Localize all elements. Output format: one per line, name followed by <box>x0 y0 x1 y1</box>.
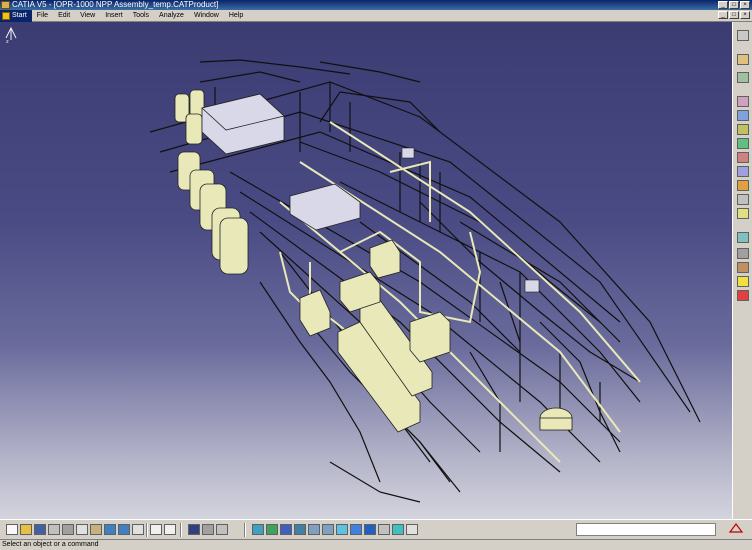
process-modules <box>299 239 451 433</box>
menu-insert[interactable]: Insert <box>100 10 128 22</box>
open-icon[interactable] <box>20 524 32 535</box>
menu-bar: Start File Edit View Insert Tools Analyz… <box>0 9 752 22</box>
zoom-out-icon[interactable] <box>322 524 334 535</box>
spherical-tank <box>539 407 573 431</box>
plant-model-render[interactable] <box>0 22 732 519</box>
menu-help[interactable]: Help <box>224 10 248 22</box>
view-tool-icon[interactable] <box>737 72 749 83</box>
section-icon[interactable] <box>737 180 749 191</box>
svg-text:z: z <box>6 39 9 44</box>
snap-icon[interactable] <box>737 138 749 149</box>
sketch-icon[interactable] <box>737 30 749 41</box>
delete-icon[interactable] <box>737 276 749 287</box>
menu-window[interactable]: Window <box>189 10 224 22</box>
clash-icon[interactable] <box>737 166 749 177</box>
fit-icon[interactable] <box>737 232 749 243</box>
document-window-controls: _ □ × <box>718 11 750 19</box>
toolbar-separator <box>244 523 246 537</box>
start-icon <box>2 11 10 20</box>
pan-icon[interactable] <box>280 524 292 535</box>
bottom-toolbar <box>0 519 752 539</box>
catia-logo <box>724 522 748 538</box>
shading-icon[interactable] <box>364 524 376 535</box>
minimize-button[interactable]: _ <box>718 1 728 9</box>
pipe-racks <box>279 121 641 463</box>
window-controls: _ □ × <box>718 1 750 9</box>
tree-icon[interactable] <box>216 524 228 535</box>
part-icon[interactable] <box>737 54 749 65</box>
menu-file[interactable]: File <box>32 10 53 22</box>
catia-logo-icon <box>728 523 744 533</box>
comment-icon[interactable] <box>164 524 176 535</box>
menu-tools[interactable]: Tools <box>128 10 154 22</box>
catia-app-icon[interactable] <box>1 1 10 9</box>
normal-view-icon[interactable] <box>336 524 348 535</box>
window-title: CATIA V5 - [OPR-1000 NPP Assembly_temp.C… <box>12 0 219 9</box>
lamp-icon[interactable] <box>737 262 749 273</box>
copy-icon[interactable] <box>76 524 88 535</box>
menu-edit[interactable]: Edit <box>53 10 75 22</box>
small-equipment <box>401 147 540 293</box>
power-input-field[interactable] <box>576 523 716 536</box>
material-icon[interactable] <box>737 248 749 259</box>
menu-view[interactable]: View <box>75 10 100 22</box>
right-toolbar <box>732 22 752 519</box>
maximize-button[interactable]: □ <box>729 1 739 9</box>
constraint-icon[interactable] <box>737 96 749 107</box>
print-icon[interactable] <box>48 524 60 535</box>
graph-icon[interactable] <box>202 524 214 535</box>
macro-icon[interactable] <box>188 524 200 535</box>
explode-icon[interactable] <box>737 152 749 163</box>
paste-icon[interactable] <box>90 524 102 535</box>
save-icon[interactable] <box>34 524 46 535</box>
undo-icon[interactable] <box>104 524 116 535</box>
3d-viewport[interactable]: z <box>0 22 732 519</box>
fit-all-icon[interactable] <box>266 524 278 535</box>
annotation-icon[interactable] <box>737 208 749 219</box>
assembly-icon[interactable] <box>737 110 749 121</box>
hide-show-icon[interactable] <box>378 524 390 535</box>
doc-close-button[interactable]: × <box>740 11 750 19</box>
cut-icon[interactable] <box>62 524 74 535</box>
toolbar-separator <box>180 523 182 537</box>
menu-start[interactable]: Start <box>0 9 32 22</box>
title-bar: CATIA V5 - [OPR-1000 NPP Assembly_temp.C… <box>0 0 752 10</box>
close-button[interactable]: × <box>740 1 750 9</box>
status-message: Select an object or a command <box>2 541 99 548</box>
move-icon[interactable] <box>737 124 749 135</box>
rotate-icon[interactable] <box>294 524 306 535</box>
layer-icon[interactable] <box>406 524 418 535</box>
new-icon[interactable] <box>6 524 18 535</box>
zoom-in-icon[interactable] <box>308 524 320 535</box>
whats-this-icon[interactable] <box>132 524 144 535</box>
status-bar: Select an object or a command <box>0 539 752 549</box>
iso-view-icon[interactable] <box>350 524 362 535</box>
menu-analyze[interactable]: Analyze <box>154 10 189 22</box>
compass-icon[interactable]: z <box>0 22 22 44</box>
scene-icon[interactable] <box>737 290 749 301</box>
doc-minimize-button[interactable]: _ <box>718 11 728 19</box>
swap-icon[interactable] <box>392 524 404 535</box>
doc-maximize-button[interactable]: □ <box>729 11 739 19</box>
toolbar-separator <box>146 523 148 537</box>
formula-icon[interactable] <box>150 524 162 535</box>
fly-icon[interactable] <box>252 524 264 535</box>
redo-icon[interactable] <box>118 524 130 535</box>
measure-icon[interactable] <box>737 194 749 205</box>
